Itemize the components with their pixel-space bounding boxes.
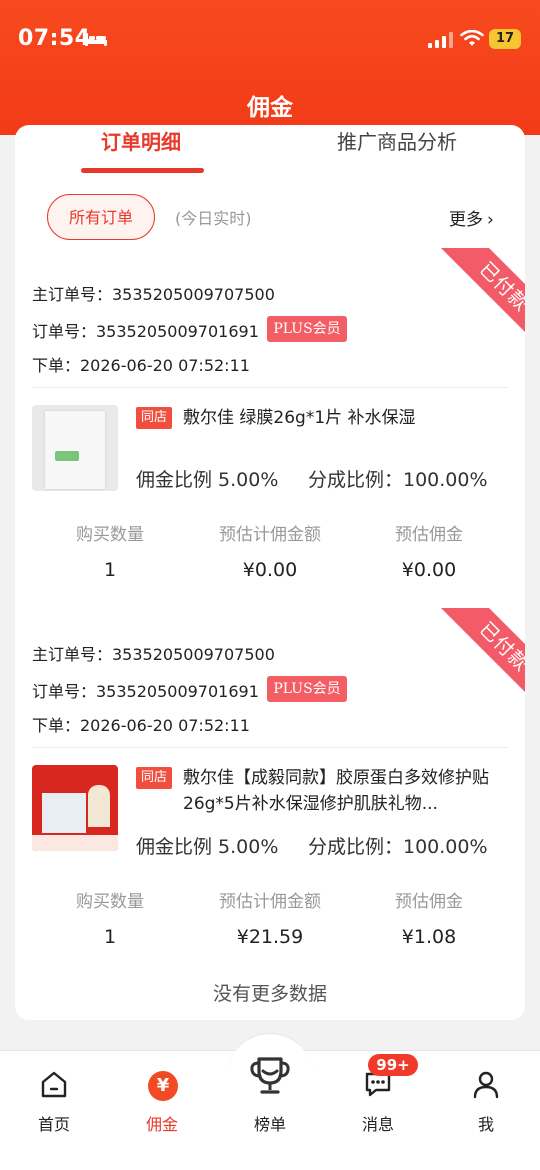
quantity-label: 购买数量: [76, 525, 144, 545]
no-more-data-label: 没有更多数据: [212, 983, 327, 1005]
bottom-tab-bar: 首页 ¥ 佣金 榜单 消息 99+ 我: [0, 1033, 540, 1170]
nav-ranking-label: 榜单: [253, 1115, 286, 1134]
product-banner-band: [32, 835, 118, 851]
product-thumbnail[interactable]: [32, 405, 118, 491]
commission-base-value: ¥0.00: [242, 559, 298, 581]
paid-ribbon: 已付款: [435, 608, 525, 698]
estimated-commission-label: 预估佣金: [395, 892, 463, 912]
nav-profile[interactable]: 我: [441, 1051, 531, 1151]
order-time: 下单：2026-06-20 07:52:11: [32, 356, 250, 375]
order-item[interactable]: 已付款 主订单号：3535205009707500 订单号：3535205009…: [15, 248, 525, 598]
order-number: 订单号：3535205009701691: [32, 322, 259, 341]
split-rate: 分成比例：100.00%: [308, 836, 488, 858]
trophy-icon: [250, 1057, 290, 1094]
header: 07:54 17 佣金: [0, 0, 540, 135]
divider: [32, 747, 508, 748]
nav-ranking[interactable]: 榜单: [225, 1051, 315, 1151]
active-tab-indicator: [81, 168, 204, 173]
status-bar: 07:54 17: [0, 0, 540, 80]
plus-member-badge: PLUS会员: [267, 676, 347, 702]
estimated-commission-value: ¥0.00: [401, 559, 457, 581]
more-label: 更多: [449, 210, 483, 230]
unread-count-badge: 99+: [368, 1054, 418, 1076]
store-tag: 同店: [136, 407, 172, 429]
nav-commission-label: 佣金: [145, 1115, 178, 1134]
plus-member-badge: PLUS会员: [267, 316, 347, 342]
commission-base-label: 预估计佣金额: [219, 892, 321, 912]
order-item[interactable]: 已付款 主订单号：3535205009707500 订单号：3535205009…: [15, 608, 525, 958]
product-model-image: [88, 785, 110, 827]
paid-ribbon: 已付款: [435, 248, 525, 338]
all-orders-filter-button[interactable]: 所有订单: [47, 194, 155, 240]
person-icon: [473, 1071, 499, 1099]
yen-icon: ¥: [148, 1071, 178, 1101]
nav-home-label: 首页: [37, 1115, 70, 1134]
divider: [32, 387, 508, 388]
main-order-number: 主订单号：3535205009707500: [32, 645, 275, 664]
estimated-commission-value: ¥1.08: [401, 926, 457, 948]
package-stripe: [55, 451, 79, 461]
nav-profile-label: 我: [477, 1115, 494, 1134]
nav-home[interactable]: 首页: [9, 1051, 99, 1151]
commission-base-label: 预估计佣金额: [219, 525, 321, 545]
product-thumbnail[interactable]: [32, 765, 118, 851]
nav-messages-label: 消息: [361, 1115, 394, 1134]
order-time: 下单：2026-06-20 07:52:11: [32, 716, 250, 735]
split-rate: 分成比例：100.00%: [308, 469, 488, 491]
chevron-right-icon: ›: [487, 210, 494, 230]
tab-order-details[interactable]: 订单明细: [101, 125, 181, 171]
battery-icon: 17: [489, 29, 521, 49]
tab-product-analysis[interactable]: 推广商品分析: [337, 125, 457, 171]
main-order-number: 主订单号：3535205009707500: [32, 285, 275, 304]
product-title[interactable]: 敷尔佳 绿膜26g*1片 补水保湿: [183, 405, 513, 431]
quantity-label: 购买数量: [76, 892, 144, 912]
wifi-icon: [460, 30, 484, 46]
commission-base-value: ¥21.59: [236, 926, 304, 948]
status-time: 07:54: [18, 26, 91, 51]
order-status-label: 已付款: [438, 248, 525, 338]
signal-icon: [428, 32, 453, 48]
quantity-value: 1: [103, 926, 117, 948]
product-box-image: [42, 793, 86, 833]
store-tag: 同店: [136, 767, 172, 789]
product-title[interactable]: 敷尔佳【成毅同款】胶原蛋白多效修护贴26g*5片补水保湿修护肌肤礼物...: [183, 765, 513, 817]
commission-rate: 佣金比例 5.00%: [136, 469, 279, 491]
order-number: 订单号：3535205009701691: [32, 682, 259, 701]
commission-rate: 佣金比例 5.00%: [136, 836, 279, 858]
home-icon: [41, 1071, 67, 1098]
sleep-mode-icon: [85, 33, 107, 46]
order-list-card: 订单明细 推广商品分析 所有订单 (今日实时) 更多 › 已付款 主订单号：353…: [15, 125, 525, 1020]
quantity-value: 1: [103, 559, 117, 581]
order-status-label: 已付款: [438, 608, 525, 698]
today-realtime-label: (今日实时): [175, 209, 252, 228]
nav-commission[interactable]: ¥ 佣金: [117, 1051, 207, 1151]
product-package-image: [45, 411, 105, 489]
more-link[interactable]: 更多 ›: [449, 205, 494, 230]
page-title: 佣金: [247, 95, 293, 121]
estimated-commission-label: 预估佣金: [395, 525, 463, 545]
battery-level: 17: [495, 31, 515, 46]
